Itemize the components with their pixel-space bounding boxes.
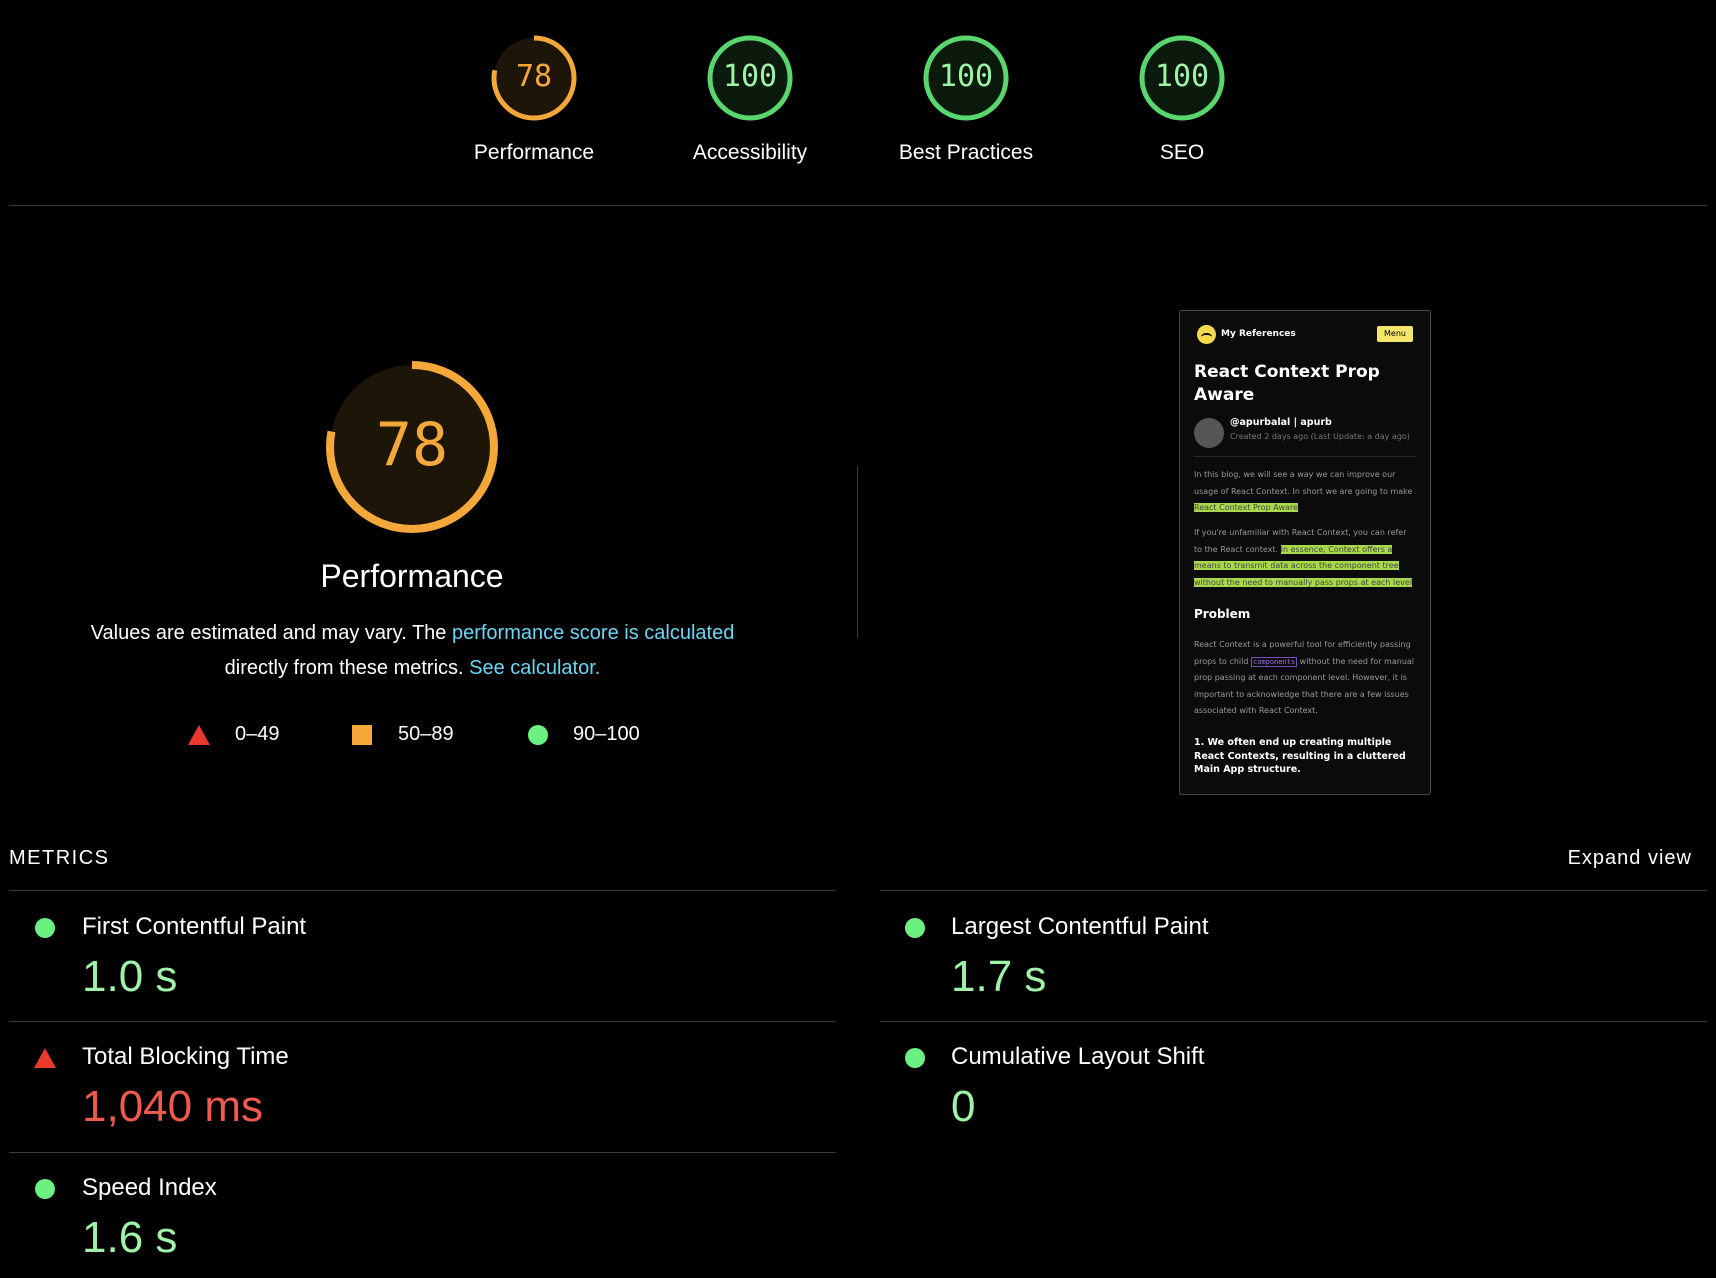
gauge-score: 100 (1154, 59, 1210, 94)
thumb-heading: Problem (1194, 607, 1251, 621)
metric-value: 1.6 s (82, 1213, 178, 1262)
thumb-author: @apurbalal | apurb (1230, 417, 1332, 428)
metric-name: First Contentful Paint (82, 913, 307, 940)
thumb-text: In this blog, we will see a way we can i… (1194, 470, 1413, 496)
metric-value: 0 (951, 1082, 976, 1131)
gauge-accessibility[interactable]: 100 Accessibility (670, 33, 830, 165)
metric-name: Speed Index (82, 1174, 217, 1201)
page-screenshot-thumbnail[interactable]: My References Menu React Context Prop Aw… (1179, 310, 1431, 795)
desc-text: directly from these metrics. (224, 657, 470, 679)
thumb-brand: My References (1221, 329, 1296, 339)
legend-label: 90–100 (573, 723, 640, 745)
divider (9, 890, 836, 891)
metric-value: 1,040 ms (82, 1082, 263, 1131)
square-icon (352, 724, 372, 745)
divider (9, 1152, 836, 1153)
performance-title: Performance (320, 558, 504, 594)
gauge-score: 78 (515, 59, 553, 94)
metric-name: Largest Contentful Paint (951, 913, 1209, 940)
metrics-heading: METRICS (9, 847, 110, 869)
gauge-seo[interactable]: 100 SEO (1102, 33, 1262, 165)
thumb-created: Created 2 days ago (Last Update: a day a… (1230, 432, 1410, 441)
gauge-label: Performance (473, 141, 595, 164)
thumb-menu-button: Menu (1377, 326, 1413, 342)
score-calculated-link[interactable]: performance score is calculated (452, 622, 734, 644)
divider (880, 890, 1707, 891)
divider (9, 205, 1707, 206)
gauge-score: 100 (938, 59, 994, 94)
metric-name: Cumulative Layout Shift (951, 1043, 1205, 1070)
pass-circle-icon (905, 1048, 925, 1068)
metric-value: 1.7 s (951, 952, 1047, 1001)
legend-label: 0–49 (235, 723, 280, 745)
divider (9, 1021, 836, 1022)
see-calculator-link[interactable]: See calculator. (469, 657, 600, 679)
gauge-performance[interactable]: 78 Performance (454, 33, 614, 165)
triangle-icon (188, 724, 210, 745)
legend-average: 50–89 (352, 723, 454, 746)
performance-description: Values are estimated and may vary. The p… (40, 616, 785, 686)
gauge-best-practices[interactable]: 100 Best Practices (886, 33, 1046, 165)
gauge-score: 100 (722, 59, 778, 94)
thumb-highlight: React Context Prop Aware (1194, 503, 1298, 512)
thumb-paragraph: In this blog, we will see a way we can i… (1194, 467, 1416, 517)
thumb-paragraph: If you're unfamiliar with React Context,… (1194, 525, 1416, 591)
thumb-divider (1194, 456, 1416, 457)
thumb-code: components (1250, 656, 1298, 667)
logo-icon (1197, 325, 1216, 344)
divider (880, 1021, 1707, 1022)
thumb-bold-text: 1. We often end up creating multiple Rea… (1194, 737, 1406, 775)
gauge-label: Best Practices (898, 141, 1034, 164)
circle-icon (528, 724, 548, 745)
avatar (1194, 418, 1224, 448)
performance-score: 78 (375, 410, 449, 480)
pass-circle-icon (905, 918, 925, 938)
expand-view-button[interactable]: Expand view (1568, 847, 1692, 870)
gauge-label: Accessibility (692, 141, 808, 164)
metric-name: Total Blocking Time (82, 1043, 289, 1070)
thumb-paragraph: React Context is a powerful tool for eff… (1194, 637, 1416, 720)
pass-circle-icon (35, 918, 55, 938)
legend-pass: 90–100 (528, 723, 640, 746)
legend-fail: 0–49 (188, 723, 280, 746)
vertical-divider (857, 466, 858, 638)
gauge-label: SEO (1159, 141, 1205, 164)
legend-label: 50–89 (398, 723, 454, 745)
metric-value: 1.0 s (82, 952, 178, 1001)
desc-text: Values are estimated and may vary. The (90, 622, 452, 644)
thumb-title: React Context Prop Aware (1194, 362, 1380, 405)
fail-triangle-icon (34, 1048, 56, 1068)
pass-circle-icon (35, 1179, 55, 1199)
